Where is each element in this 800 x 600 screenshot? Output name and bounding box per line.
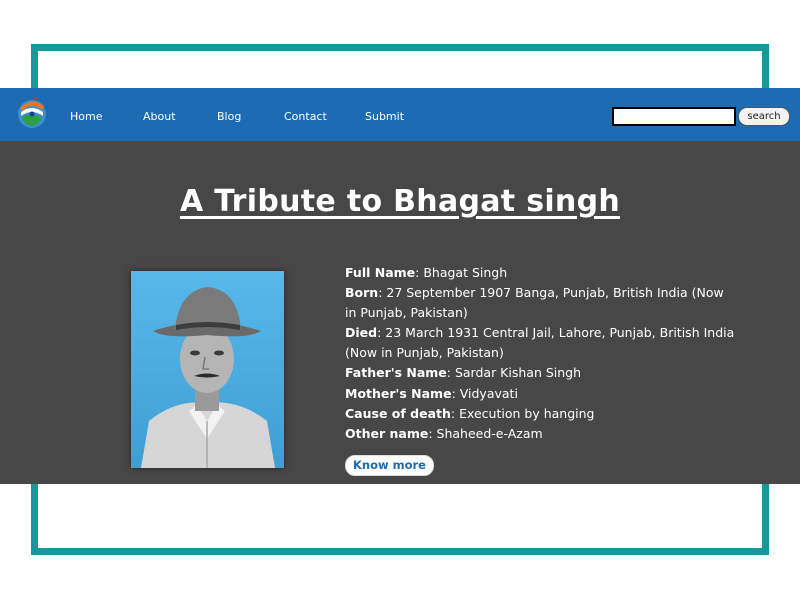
detail-father-name: Father's Name: Sardar Kishan Singh [345,365,582,381]
search-input[interactable] [612,107,736,126]
know-more-button[interactable]: Know more [345,455,434,476]
nav-home-link[interactable]: Home [70,110,102,123]
page-title: A Tribute to Bhagat singh [179,184,621,219]
nav-about-link[interactable]: About [143,110,176,123]
flag-globe-logo-icon[interactable] [11,90,53,132]
top-navbar: Home About Blog Contact Submit search [0,88,800,141]
search-button[interactable]: search [738,107,790,126]
detail-cause-of-death: Cause of death: Execution by hanging [345,405,595,421]
biography-details: Full Name: Bhagat Singh Born: 27 Septemb… [345,263,735,444]
main-content: A Tribute to Bhagat singh Full Name: Bha… [0,141,800,484]
bhagat-singh-portrait [131,271,284,468]
nav-submit-link[interactable]: Submit [365,110,404,123]
detail-died: Died: 23 March 1931 Central Jail, Lahore… [345,325,735,361]
detail-full-name: Full Name: Bhagat Singh [345,265,508,280]
detail-born: Born: 27 September 1907 Banga, Punjab, B… [345,285,724,321]
nav-blog-link[interactable]: Blog [217,110,241,123]
nav-contact-link[interactable]: Contact [284,110,327,123]
detail-mother-name: Mother's Name: Vidyavati [345,385,518,401]
detail-other-name: Other name: Shaheed-e-Azam [345,425,543,441]
